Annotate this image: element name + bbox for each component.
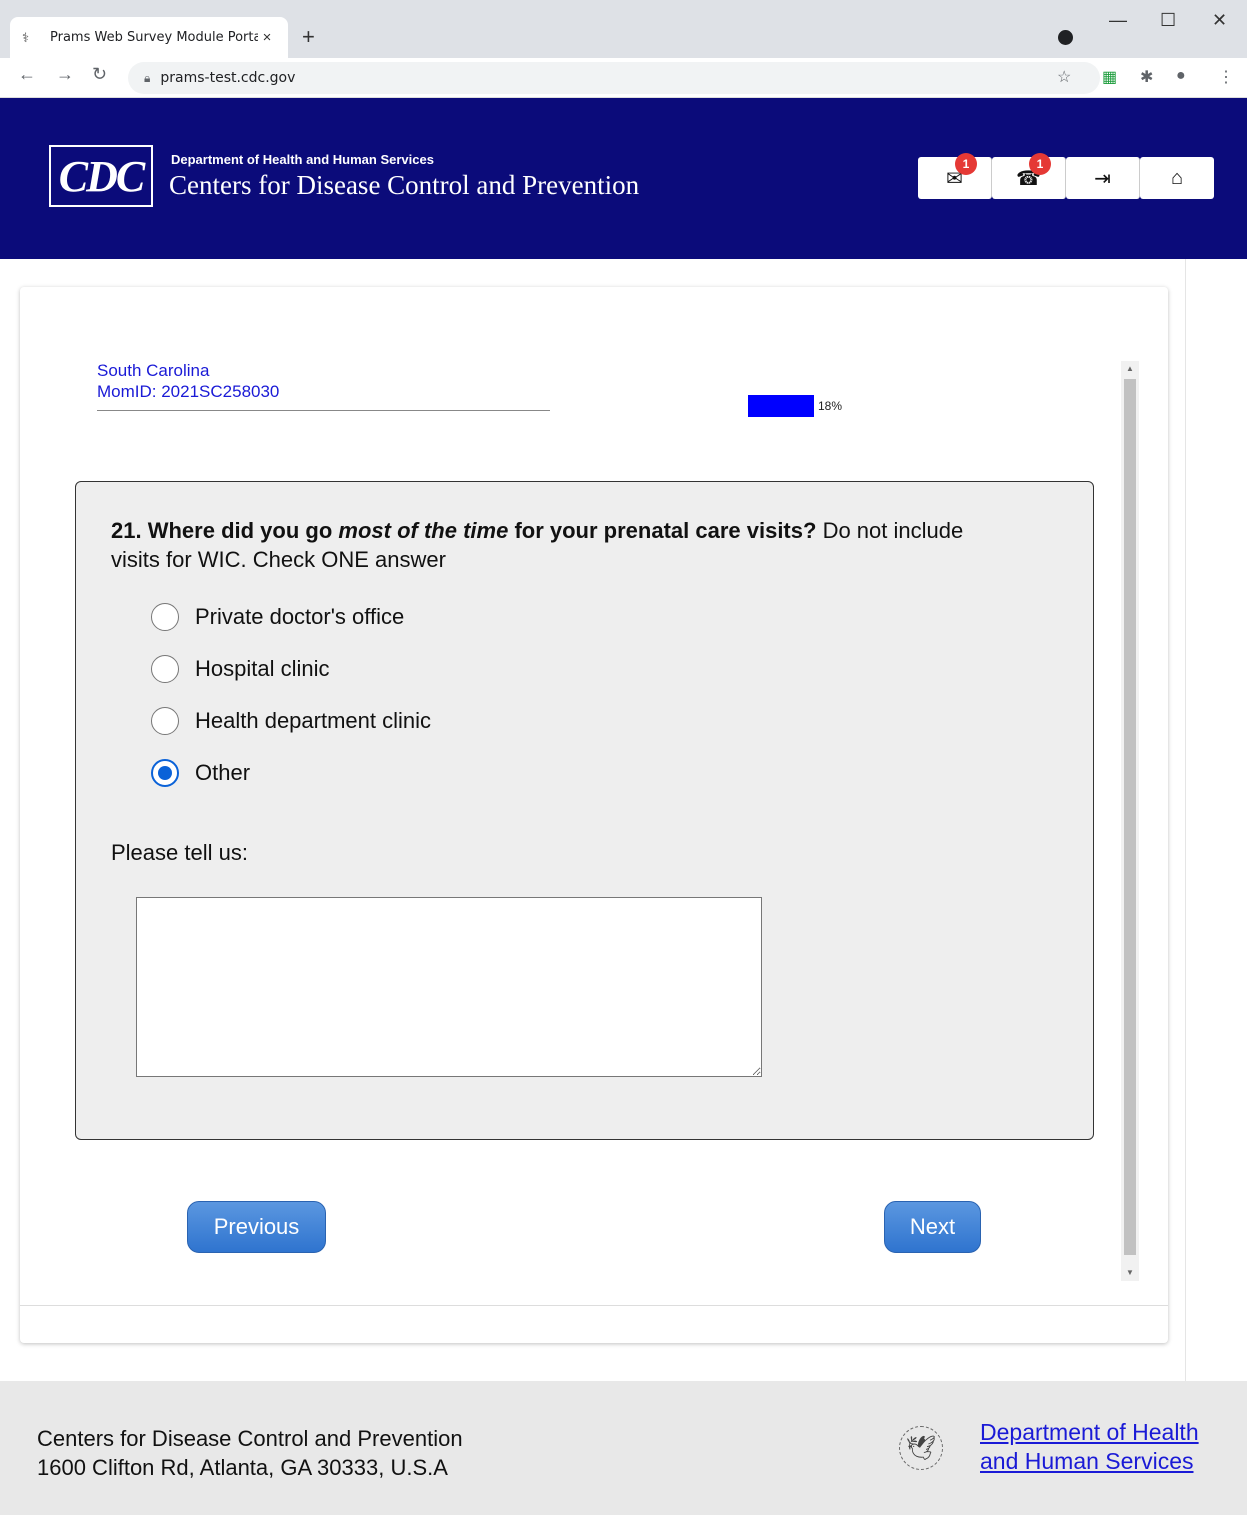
question-bold-pre: Where did you go — [147, 518, 333, 543]
tab-title: Prams Web Survey Module Porta — [50, 30, 258, 45]
forward-icon[interactable]: → — [56, 64, 74, 85]
header-actions: ✉ 1 ☎ 1 ⇥ ⌂ — [918, 153, 1214, 199]
back-icon[interactable]: ← — [18, 64, 36, 85]
option-health-department[interactable]: Health department clinic — [151, 707, 431, 735]
card-divider — [20, 1305, 1168, 1306]
site-header: CDC Department of Health and Human Servi… — [0, 98, 1247, 259]
follow-up-label: Please tell us: — [111, 840, 248, 865]
other-text-input[interactable] — [136, 897, 762, 1077]
option-label: Private doctor's office — [195, 604, 405, 629]
lock-icon: 🔒︎ — [144, 70, 151, 85]
question-box: 21. Where did you go most of the time fo… — [75, 481, 1094, 1140]
radio-button[interactable] — [151, 603, 179, 631]
extension-icon[interactable]: ▦ — [1102, 67, 1117, 87]
scroll-down-icon[interactable]: ▼ — [1121, 1265, 1139, 1281]
scrollbar-thumb[interactable] — [1124, 379, 1136, 1255]
hhs-link-line2: and Human Services — [980, 1448, 1194, 1474]
chrome-menu-dot-icon[interactable] — [1058, 30, 1073, 45]
messages-badge: 1 — [955, 153, 977, 175]
scroll-up-icon[interactable]: ▲ — [1121, 361, 1139, 377]
radio-button[interactable] — [151, 707, 179, 735]
question-text: 21. Where did you go most of the time fo… — [111, 516, 1011, 574]
agency-name: Centers for Disease Control and Preventi… — [169, 170, 640, 200]
state-name: South Carolina — [97, 361, 210, 380]
option-label: Other — [195, 760, 251, 785]
logout-button[interactable]: ⇥ — [1066, 157, 1140, 199]
question-emphasis: most of the time — [338, 518, 509, 543]
url-text: prams-test.cdc.gov — [160, 70, 296, 86]
hhs-link[interactable]: Department of Health and Human Services — [980, 1418, 1199, 1476]
previous-button[interactable]: Previous — [187, 1201, 326, 1253]
maximize-button[interactable]: ☐ — [1160, 10, 1176, 31]
respondent-info: South Carolina MomID: 2021SC258030 — [97, 360, 279, 402]
radio-button[interactable] — [151, 655, 179, 683]
footer-street: 1600 Clifton Rd, Atlanta, GA 30333, U.S.… — [37, 1455, 448, 1480]
next-button[interactable]: Next — [884, 1201, 981, 1253]
phone-badge: 1 — [1029, 153, 1051, 175]
page-edge — [1185, 259, 1186, 1381]
option-private-doctor[interactable]: Private doctor's office — [151, 603, 404, 631]
option-other[interactable]: Other — [151, 759, 250, 787]
home-icon: ⌂ — [1170, 166, 1184, 189]
tab-close-icon[interactable]: × — [258, 29, 276, 46]
browser-toolbar: ← → ↻ 🔒︎ prams-test.cdc.gov ☆ ▦ ✱ ● ⋮ — [0, 58, 1247, 98]
phone-button[interactable]: ☎ 1 — [992, 153, 1066, 199]
option-label: Health department clinic — [195, 708, 432, 733]
minimize-button[interactable]: — — [1109, 10, 1127, 31]
site-footer: Centers for Disease Control and Preventi… — [0, 1381, 1247, 1515]
messages-button[interactable]: ✉ 1 — [918, 153, 992, 199]
logout-icon: ⇥ — [1094, 167, 1111, 190]
new-tab-button[interactable]: + — [302, 24, 315, 50]
question-number: 21. — [111, 518, 142, 543]
hhs-eagle-icon: 🕊︎ — [899, 1426, 943, 1470]
extensions-puzzle-icon[interactable]: ✱ — [1140, 67, 1153, 87]
mom-id: MomID: 2021SC258030 — [97, 382, 280, 401]
browser-titlebar: ⚕ Prams Web Survey Module Porta × + — ☐ … — [0, 0, 1247, 58]
progress-label: 18% — [818, 399, 843, 413]
reload-icon[interactable]: ↻ — [92, 64, 107, 85]
profile-avatar-icon[interactable]: ● — [1176, 67, 1186, 85]
bookmark-star-icon[interactable]: ☆ — [1057, 67, 1071, 87]
address-bar[interactable]: 🔒︎ prams-test.cdc.gov — [128, 62, 1100, 94]
hhs-link-line1: Department of Health — [980, 1419, 1199, 1445]
more-menu-icon[interactable]: ⋮ — [1218, 67, 1234, 87]
question-bold-post: for your prenatal care visits? — [514, 518, 817, 543]
cdc-logo: CDC — [49, 145, 153, 207]
browser-tab[interactable]: ⚕ Prams Web Survey Module Porta × — [10, 17, 288, 58]
divider — [97, 410, 550, 411]
site-favicon-icon: ⚕ — [22, 29, 30, 45]
option-label: Hospital clinic — [195, 656, 330, 681]
progress-bar — [748, 395, 814, 417]
department-name: Department of Health and Human Services — [171, 152, 434, 167]
survey-card: South Carolina MomID: 2021SC258030 18% 2… — [20, 287, 1168, 1343]
footer-address: Centers for Disease Control and Preventi… — [37, 1424, 463, 1482]
close-window-button[interactable]: ✕ — [1212, 10, 1227, 31]
radio-button-selected[interactable] — [151, 759, 179, 787]
home-button[interactable]: ⌂ — [1140, 157, 1214, 199]
scrollbar[interactable]: ▲ ▼ — [1121, 361, 1139, 1281]
option-hospital-clinic[interactable]: Hospital clinic — [151, 655, 330, 683]
footer-org: Centers for Disease Control and Preventi… — [37, 1426, 463, 1451]
